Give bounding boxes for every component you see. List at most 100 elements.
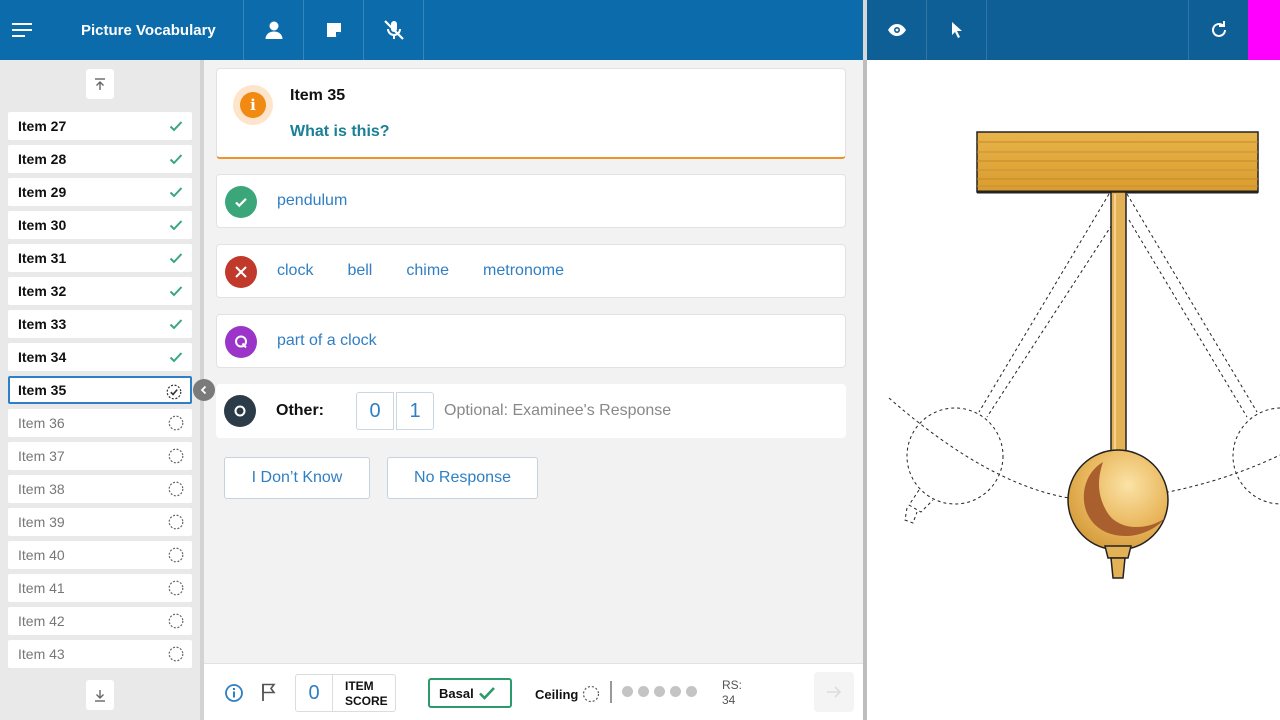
pending-icon [168,415,184,431]
info-button[interactable] [224,683,244,708]
sidebar-item[interactable]: Item 35 [8,376,192,404]
question-card: i Item 35 What is this? [216,68,846,159]
info-icon: i [240,92,266,118]
correct-badge [225,186,257,218]
sidebar-item-label: Item 38 [18,481,65,497]
check-icon [169,154,183,165]
sidebar-item[interactable]: Item 30 [8,211,192,239]
ceiling-label: Ceiling [535,686,579,702]
info-circle-icon [225,684,243,702]
examinee-response-input[interactable]: Optional: Examinee's Response [444,394,824,428]
sidebar-item[interactable]: Item 38 [8,475,192,503]
eye-icon [887,24,906,36]
x-icon [235,266,247,278]
sidebar-item[interactable]: Item 40 [8,541,192,569]
sidebar-item-label: Item 31 [18,250,67,266]
flag-button[interactable] [260,682,278,707]
check-icon [235,198,247,208]
hamburger-menu-icon [12,23,32,37]
item-score-value: 0 [295,674,333,712]
sidebar-item[interactable]: Item 41 [8,574,192,602]
sidebar-item[interactable]: Item 37 [8,442,192,470]
info-badge: i [233,85,273,125]
incorrect-response-option[interactable]: chime [406,262,449,280]
incorrect-response-option[interactable]: bell [347,262,372,280]
sidebar-item-label: Item 35 [18,382,67,398]
menu-button[interactable] [0,0,44,60]
score-1-button[interactable]: 1 [396,392,434,430]
correct-responses-row: pendulum [216,174,846,228]
pending-icon [168,646,184,662]
pending-icon [168,547,184,563]
item-score-label-line2: SCORE [345,694,388,708]
refresh-icon [1211,21,1226,37]
sidebar-item[interactable]: Item 32 [8,277,192,305]
dont-know-button[interactable]: I Don’t Know [224,457,370,499]
sidebar-item[interactable]: Item 31 [8,244,192,272]
incorrect-responses-row: clock bell chime metronome [216,244,846,298]
ceiling-dot [654,686,665,697]
sidebar-item-label: Item 29 [18,184,67,200]
check-icon [169,253,183,264]
query-response-option[interactable]: part of a clock [277,332,377,350]
incorrect-badge [225,256,257,288]
notes-button[interactable] [304,0,364,60]
sidebar-item[interactable]: Item 29 [8,178,192,206]
check-icon [169,319,183,330]
score-footer: 0 ITEM SCORE Basal Ceiling RS: 34 [204,663,863,720]
pendulum-illustration [888,131,1280,579]
sidebar-item-label: Item 36 [18,415,65,431]
pending-spinner-icon [583,685,600,703]
sidebar-item-label: Item 32 [18,283,67,299]
no-response-button[interactable]: No Response [387,457,538,499]
stimulus-header [867,0,1280,60]
check-icon [169,286,183,297]
stimulus-panel [867,60,1280,720]
collapse-sidebar-button[interactable] [193,379,215,401]
mute-button[interactable] [364,0,424,60]
pointer-button[interactable] [927,0,987,60]
sidebar-item[interactable]: Item 42 [8,607,192,635]
ceiling-dot [638,686,649,697]
score-0-button[interactable]: 0 [356,392,394,430]
pointer-icon [951,22,962,38]
sidebar-item[interactable]: Item 33 [8,310,192,338]
basal-check-icon [478,687,495,700]
sidebar-item[interactable]: Item 43 [8,640,192,668]
item-title: Item 35 [290,87,346,104]
ceiling-progress-dots [622,686,697,697]
sidebar-item-label: Item 39 [18,514,65,530]
basal-label: Basal [439,685,474,701]
other-label: Other: [276,402,324,419]
next-item-button[interactable] [814,672,854,712]
sidebar-item-label: Item 43 [18,646,65,662]
sidebar-item[interactable]: Item 39 [8,508,192,536]
sidebar-item[interactable]: Item 34 [8,343,192,371]
sidebar-item-label: Item 42 [18,613,65,629]
scroll-top-button[interactable] [86,69,114,99]
pending-icon [168,481,184,497]
examinee-button[interactable] [244,0,304,60]
incorrect-response-option[interactable]: metronome [483,262,564,280]
app-root: Picture Vocabulary Item 27 Item 28 Item 29… [0,0,1280,720]
correct-response-option[interactable]: pendulum [277,192,347,210]
ceiling-dot [686,686,697,697]
item-score-label: ITEM SCORE [333,674,396,712]
query-q-icon [235,335,247,349]
item-score-label-line1: ITEM [345,679,374,693]
sidebar-item-label: Item 40 [18,547,65,563]
scroll-bottom-button[interactable] [86,680,114,710]
raw-score-value: 34 [722,693,736,707]
chevron-left-icon [200,385,207,395]
sidebar-item[interactable]: Item 27 [8,112,192,140]
sidebar-item[interactable]: Item 36 [8,409,192,437]
query-responses-row: part of a clock [216,314,846,368]
sidebar-item-label: Item 34 [18,349,67,365]
basal-status: Basal [428,678,512,708]
sidebar-item[interactable]: Item 28 [8,145,192,173]
show-stimulus-button[interactable] [867,0,927,60]
ceiling-dot [622,686,633,697]
refresh-button[interactable] [1188,0,1248,60]
incorrect-response-option[interactable]: clock [277,262,313,280]
pending-icon [168,514,184,530]
